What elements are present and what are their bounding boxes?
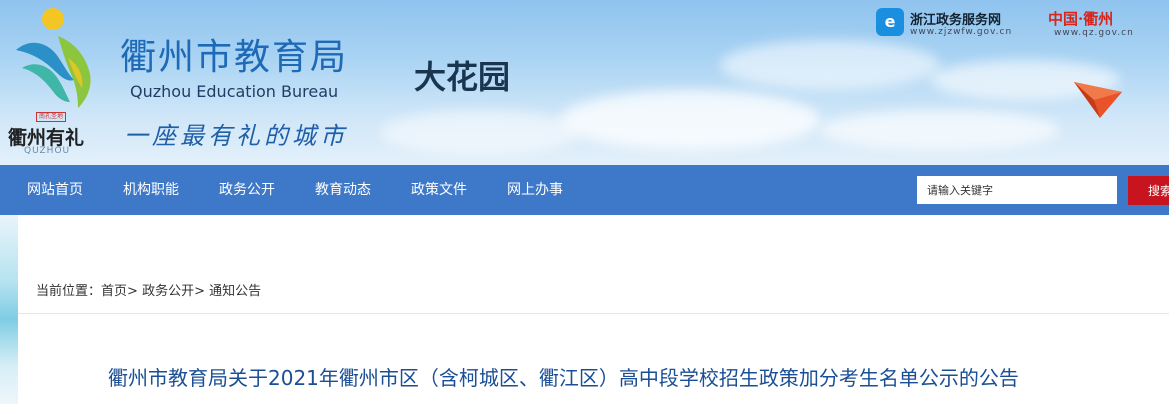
- breadcrumb-public-affairs[interactable]: 政务公开: [142, 284, 194, 299]
- paper-plane-icon: [1074, 82, 1122, 118]
- site-title-cn[interactable]: 衢州市教育局: [120, 28, 348, 80]
- cloud-decoration: [720, 40, 940, 90]
- zjzwfw-logo-icon: e: [876, 8, 904, 36]
- city-slogan: 一座最有礼的城市: [124, 122, 348, 150]
- logo-name-en: QUZHOU: [24, 146, 71, 156]
- breadcrumb: 当前位置：首页> 政务公开> 通知公告: [36, 280, 261, 299]
- nav-item-policy-documents[interactable]: 政策文件: [411, 165, 467, 215]
- search-button[interactable]: 搜索: [1128, 176, 1169, 205]
- zjzwfw-url: www.zjzwfw.gov.cn: [910, 27, 1013, 37]
- cloud-decoration: [560, 90, 820, 150]
- article-title: 衢州市教育局关于2021年衢州市区（含柯城区、衢江区）高中段学校招生政策加分考生…: [108, 366, 1019, 390]
- breadcrumb-divider: [18, 313, 1169, 314]
- search-input[interactable]: [917, 176, 1117, 204]
- breadcrumb-prefix: 当前位置：: [36, 284, 102, 299]
- nav-item-education-news[interactable]: 教育动态: [315, 165, 371, 215]
- site-title-en: Quzhou Education Bureau: [130, 82, 339, 101]
- cloud-decoration: [380, 110, 580, 155]
- breadcrumb-separator: >: [127, 284, 138, 299]
- qz-gov-name: 中国·衢州: [1048, 10, 1114, 28]
- nav-item-online-services[interactable]: 网上办事: [507, 165, 563, 215]
- side-decoration: [0, 215, 18, 404]
- zjzwfw-link[interactable]: e 浙江政务服务网 www.zjzwfw.gov.cn: [876, 6, 1036, 40]
- header-banner: 南孔圣地 衢州有礼 QUZHOU 衢州市教育局 Quzhou Education…: [0, 0, 1169, 165]
- nav-item-home[interactable]: 网站首页: [27, 165, 83, 215]
- logo-emblem-icon: [16, 36, 91, 108]
- site-section-name: 大花园: [414, 58, 511, 96]
- nav-item-institution[interactable]: 机构职能: [123, 165, 179, 215]
- qz-gov-url: www.qz.gov.cn: [1054, 28, 1134, 38]
- qz-gov-link[interactable]: 中国·衢州 www.qz.gov.cn: [1048, 6, 1164, 40]
- sun-icon: [42, 8, 64, 30]
- logo-seal: 南孔圣地: [36, 112, 67, 122]
- breadcrumb-separator: >: [194, 284, 205, 299]
- cloud-decoration: [820, 110, 1060, 150]
- zjzwfw-name: 浙江政务服务网: [910, 13, 1002, 28]
- breadcrumb-home[interactable]: 首页: [101, 284, 127, 299]
- nav-item-public-affairs[interactable]: 政务公开: [219, 165, 275, 215]
- breadcrumb-notices[interactable]: 通知公告: [209, 284, 261, 299]
- quzhou-logo[interactable]: 南孔圣地 衢州有礼 QUZHOU: [6, 6, 106, 156]
